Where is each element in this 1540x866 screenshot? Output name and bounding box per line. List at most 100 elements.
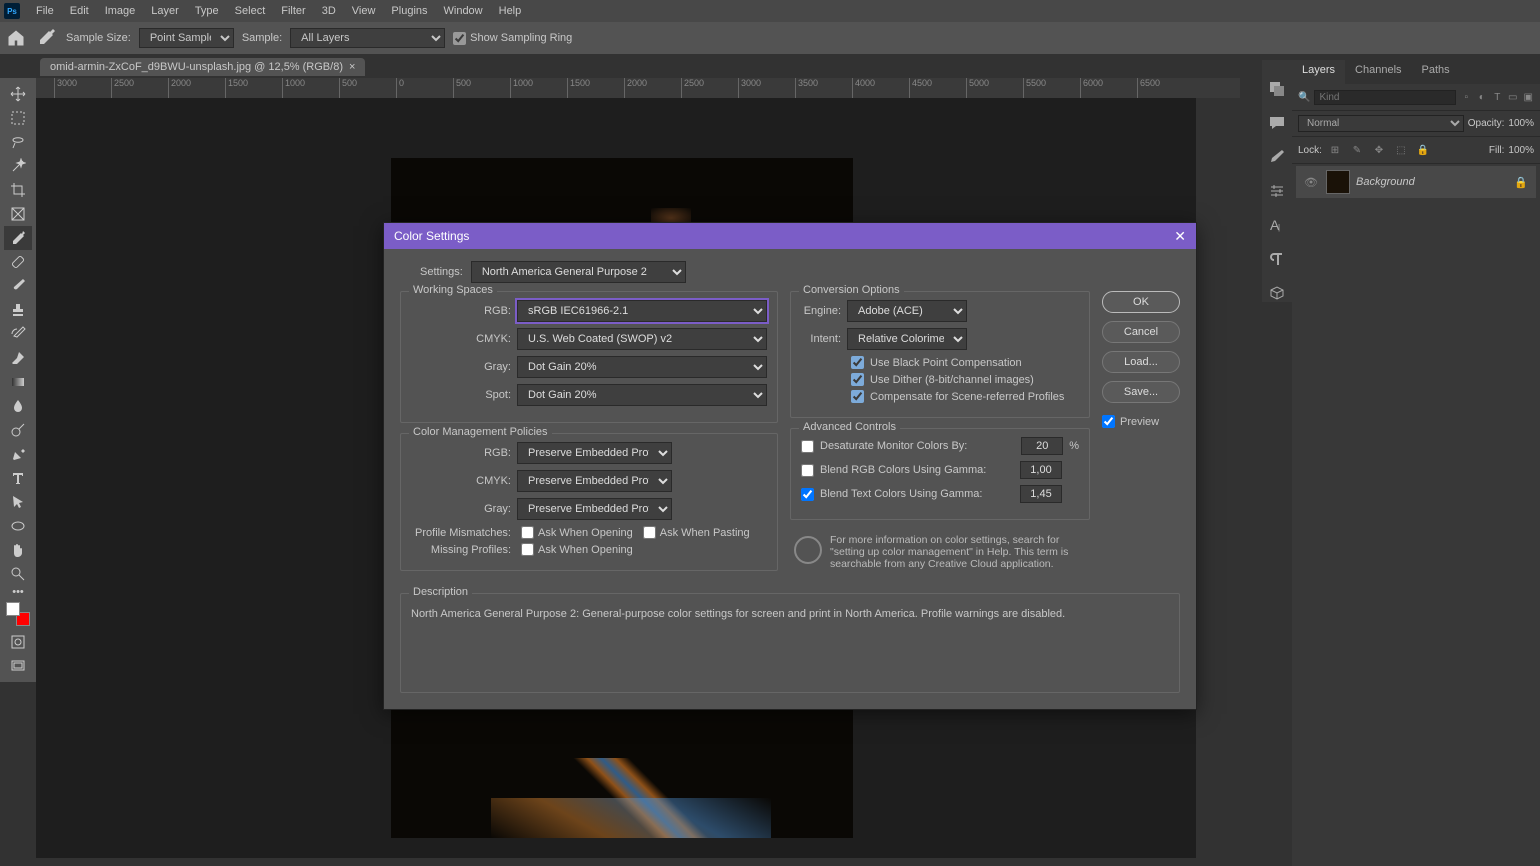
menu-plugins[interactable]: Plugins [383,5,435,17]
sample-select[interactable]: All Layers [290,28,445,48]
more-options[interactable]: ••• [4,586,32,598]
ask-open-checkbox[interactable]: Ask When Opening [521,526,633,539]
pen-tool[interactable] [4,442,32,466]
blendtxt-checkbox[interactable] [801,488,814,501]
blur-tool[interactable] [4,394,32,418]
menu-window[interactable]: Window [436,5,491,17]
blendtxt-input[interactable] [1020,485,1062,503]
save-button[interactable]: Save... [1102,381,1180,403]
eyedropper-tool[interactable] [4,226,32,250]
opacity-value[interactable]: 100% [1508,118,1534,129]
sample-size-select[interactable]: Point Sample [139,28,234,48]
lasso-tool[interactable] [4,130,32,154]
lock-all-icon[interactable]: 🔒 [1414,141,1432,159]
filter-shape-icon[interactable]: ▭ [1507,88,1519,106]
visibility-icon[interactable]: 👁 [1302,173,1320,191]
eyedropper-icon[interactable] [34,26,58,50]
menu-3d[interactable]: 3D [314,5,344,17]
document-tab[interactable]: omid-armin-ZxCoF_d9BWU-unsplash.jpg @ 12… [40,58,365,76]
layer-filter-input[interactable] [1314,90,1456,105]
hand-tool[interactable] [4,538,32,562]
intent-select[interactable]: Relative Colorimetric [847,328,967,350]
show-sampling-ring-checkbox[interactable]: Show Sampling Ring [453,32,572,45]
blendrgb-checkbox[interactable] [801,464,814,477]
menu-layer[interactable]: Layer [143,5,187,17]
menu-select[interactable]: Select [227,5,274,17]
bp-checkbox[interactable] [851,356,864,369]
shape-tool[interactable] [4,514,32,538]
path-select-tool[interactable] [4,490,32,514]
engine-select[interactable]: Adobe (ACE) [847,300,967,322]
eraser-tool[interactable] [4,346,32,370]
tab-paths[interactable]: Paths [1412,60,1460,84]
filter-type-icon[interactable]: T [1491,88,1503,106]
tab-layers[interactable]: Layers [1292,60,1345,84]
healing-tool[interactable] [4,250,32,274]
menu-file[interactable]: File [28,5,62,17]
dither-checkbox[interactable] [851,373,864,386]
color-swatch[interactable] [6,602,30,626]
stamp-tool[interactable] [4,298,32,322]
ok-button[interactable]: OK [1102,291,1180,313]
cmyk-select[interactable]: U.S. Web Coated (SWOP) v2 [517,328,767,350]
lock-nest-icon[interactable]: ⬚ [1392,141,1410,159]
filter-image-icon[interactable]: ▫ [1460,88,1472,106]
spot-select[interactable]: Dot Gain 20% [517,384,767,406]
crop-tool[interactable] [4,178,32,202]
cmp-gray-select[interactable]: Preserve Embedded Profiles [517,498,672,520]
type-tool[interactable] [4,466,32,490]
zoom-tool[interactable] [4,562,32,586]
comments-icon[interactable] [1268,114,1286,132]
marquee-tool[interactable] [4,106,32,130]
cancel-button[interactable]: Cancel [1102,321,1180,343]
desat-checkbox[interactable] [801,440,814,453]
paragraph-icon[interactable] [1268,250,1286,268]
close-icon[interactable]: × [349,61,355,73]
cmp-cmyk-select[interactable]: Preserve Embedded Profiles [517,470,672,492]
quick-mask-tool[interactable] [4,630,32,654]
menu-edit[interactable]: Edit [62,5,97,17]
menu-help[interactable]: Help [491,5,530,17]
tab-channels[interactable]: Channels [1345,60,1411,84]
close-icon[interactable]: ✕ [1174,228,1186,245]
gradient-tool[interactable] [4,370,32,394]
magic-wand-tool[interactable] [4,154,32,178]
menu-view[interactable]: View [344,5,384,17]
missing-ask-checkbox[interactable]: Ask When Opening [521,543,633,556]
frame-tool[interactable] [4,202,32,226]
brushes-icon[interactable] [1268,148,1286,166]
lock-paint-icon[interactable]: ✎ [1348,141,1366,159]
home-button[interactable] [6,28,26,48]
menu-image[interactable]: Image [97,5,144,17]
rgb-select[interactable]: sRGB IEC61966-2.1 [517,300,767,322]
gray-select[interactable]: Dot Gain 20% [517,356,767,378]
lock-icon: 🔒 [1512,173,1530,191]
fill-value[interactable]: 100% [1508,145,1534,156]
blend-mode-select[interactable]: Normal [1298,115,1464,132]
filter-adjust-icon[interactable]: ◐ [1476,88,1488,106]
color-panel-icon[interactable] [1268,80,1286,98]
settings-select[interactable]: North America General Purpose 2 [471,261,686,283]
menu-filter[interactable]: Filter [273,5,313,17]
filter-smart-icon[interactable]: ▣ [1523,88,1535,106]
3d-icon[interactable] [1268,284,1286,302]
screen-mode-tool[interactable] [4,654,32,678]
ask-paste-checkbox[interactable]: Ask When Pasting [643,526,750,539]
cmp-rgb-select[interactable]: Preserve Embedded Profiles [517,442,672,464]
layer-row[interactable]: 👁 Background 🔒 [1296,166,1536,198]
blendrgb-input[interactable] [1020,461,1062,479]
preview-checkbox[interactable]: Preview [1102,415,1180,428]
character-icon[interactable]: A| [1268,216,1286,234]
desat-input[interactable] [1021,437,1063,455]
history-brush-tool[interactable] [4,322,32,346]
lock-pos-icon[interactable]: ✥ [1370,141,1388,159]
dialog-titlebar[interactable]: Color Settings ✕ [384,223,1196,249]
comp-checkbox[interactable] [851,390,864,403]
brush-tool[interactable] [4,274,32,298]
adjustments-icon[interactable] [1268,182,1286,200]
move-tool[interactable] [4,82,32,106]
lock-trans-icon[interactable]: ⊞ [1326,141,1344,159]
load-button[interactable]: Load... [1102,351,1180,373]
menu-type[interactable]: Type [187,5,227,17]
dodge-tool[interactable] [4,418,32,442]
